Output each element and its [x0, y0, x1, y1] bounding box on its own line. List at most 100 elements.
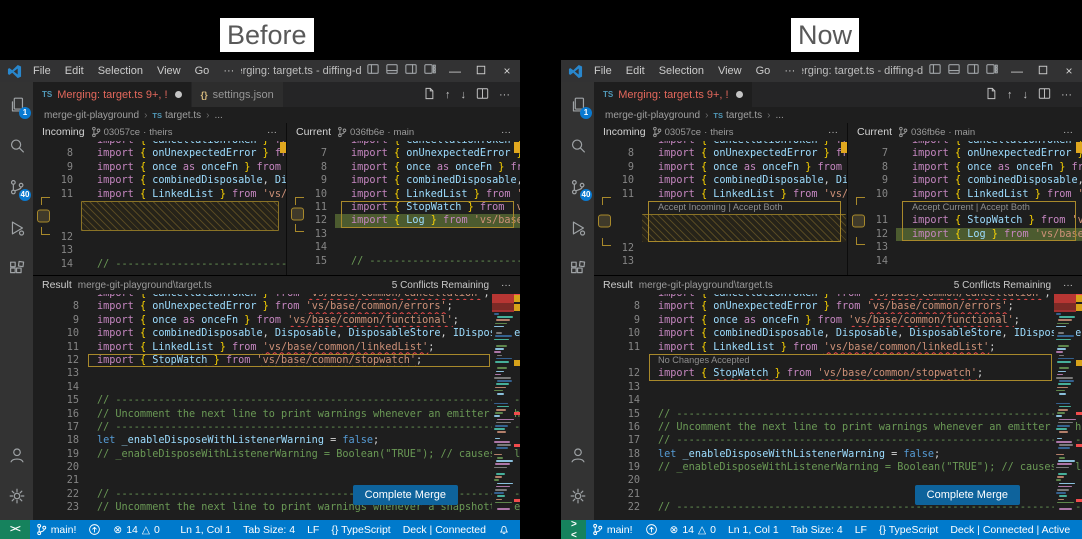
- activity-extensions-button[interactable]: [0, 248, 33, 289]
- conflict-accept-checkbox[interactable]: [598, 197, 613, 246]
- publish-changes-button[interactable]: [639, 523, 664, 536]
- breadcrumb-item[interactable]: ...: [775, 110, 783, 121]
- code-line[interactable]: [594, 214, 847, 241]
- minimize-button[interactable]: —: [1004, 64, 1030, 78]
- code-line[interactable]: 20: [33, 461, 520, 474]
- pane-code-area[interactable]: import { CancellationToken } from 'vs/ba…: [33, 141, 286, 275]
- status-item-ln-1--col-1[interactable]: Ln 1, Col 1: [174, 524, 237, 536]
- code-line[interactable]: 13: [848, 241, 1082, 254]
- code-line[interactable]: 15// -----------------------------------…: [33, 394, 520, 407]
- code-line[interactable]: 10import { combinedDisposable, Disposabl…: [33, 327, 520, 340]
- layout-panel-button[interactable]: [386, 62, 398, 80]
- activity-search-button[interactable]: [561, 125, 594, 166]
- code-line[interactable]: 8import { once as onceFn } from 'vs/base…: [287, 161, 520, 174]
- code-line[interactable]: 11import { LinkedList } from 'vs/base/co…: [594, 341, 1082, 354]
- code-line[interactable]: 12import { StopWatch } from 'vs/base/com…: [33, 354, 520, 367]
- activity-source-control-button[interactable]: 40: [561, 166, 594, 207]
- close-button[interactable]: ×: [494, 64, 520, 78]
- pane-code-area[interactable]: import { CancellationToken } from 'vs/ba…: [594, 141, 847, 275]
- status-item-lf[interactable]: LF: [301, 524, 325, 536]
- remote-indicator[interactable]: ><: [0, 520, 30, 539]
- status-item-ln-1--col-1[interactable]: Ln 1, Col 1: [722, 524, 785, 536]
- code-line[interactable]: 13: [594, 381, 1082, 394]
- code-line[interactable]: 8import { once as onceFn } from 'vs/base…: [848, 161, 1082, 174]
- menu-item-edit[interactable]: Edit: [619, 65, 652, 77]
- breadcrumb-item[interactable]: TStarget.ts: [713, 110, 762, 121]
- code-line[interactable]: 13: [594, 255, 847, 268]
- conflict-accept-checkbox[interactable]: [291, 197, 306, 232]
- code-line[interactable]: 10import { LinkedList } from 'vs/base/co…: [287, 188, 520, 201]
- breadcrumb-item[interactable]: ...: [214, 110, 222, 121]
- layout-sidebar-left-button[interactable]: [929, 62, 941, 80]
- code-line[interactable]: 17// -----------------------------------…: [33, 421, 520, 434]
- menu-item-[interactable]: ···: [777, 65, 802, 77]
- status-item-deck---connected[interactable]: Deck | Connected: [397, 524, 492, 536]
- codelens-action[interactable]: No Changes Accepted: [647, 354, 1082, 367]
- conflict-accept-checkbox[interactable]: [852, 197, 867, 245]
- complete-merge-button[interactable]: Complete Merge: [353, 485, 458, 505]
- code-line[interactable]: 10import { combinedDisposable, Disposabl…: [594, 327, 1082, 340]
- codelens-row[interactable]: No Changes Accepted: [594, 354, 1082, 367]
- code-line[interactable]: 14: [848, 255, 1082, 268]
- activity-account-button[interactable]: [0, 434, 33, 475]
- code-line[interactable]: 19// _enableDisposeWithListenerWarning =…: [594, 461, 1082, 474]
- menu-item-selection[interactable]: Selection: [652, 65, 711, 77]
- branch-status-item[interactable]: main!: [30, 523, 83, 536]
- codelens-action[interactable]: Accept Current | Accept Both: [896, 201, 1082, 214]
- menu-item-go[interactable]: Go: [749, 65, 778, 77]
- activity-settings-button[interactable]: [0, 475, 33, 516]
- code-line[interactable]: 8import { onUnexpectedError } from 'vs/b…: [33, 147, 286, 160]
- menu-item-edit[interactable]: Edit: [58, 65, 91, 77]
- breadcrumb-item[interactable]: TStarget.ts: [152, 110, 201, 121]
- minimap[interactable]: [492, 294, 514, 520]
- code-line[interactable]: 11import { LinkedList } from 'vs/base/co…: [33, 341, 520, 354]
- menu-item-go[interactable]: Go: [188, 65, 217, 77]
- activity-explorer-button[interactable]: 1: [0, 84, 33, 125]
- layout-customize-button[interactable]: [986, 62, 998, 80]
- breadcrumb-item[interactable]: merge-git-playground: [605, 110, 700, 121]
- code-line[interactable]: 9import { once as onceFn } from 'vs/base…: [33, 314, 520, 327]
- code-line[interactable]: 11import { LinkedList } from 'vs/base/co…: [33, 188, 286, 201]
- status-item----typescript[interactable]: {} TypeScript: [325, 524, 396, 536]
- code-line[interactable]: 8import { onUnexpectedError } from 'vs/b…: [33, 300, 520, 313]
- code-line[interactable]: 9import { once as onceFn } from 'vs/base…: [594, 314, 1082, 327]
- menu-item-[interactable]: ···: [216, 65, 241, 77]
- codelens-action[interactable]: Accept Incoming | Accept Both: [642, 201, 847, 214]
- problems-status-item[interactable]: ⊗14△0: [107, 524, 165, 536]
- code-line[interactable]: 14: [594, 394, 1082, 407]
- result-more-actions-button[interactable]: ···: [1063, 280, 1073, 291]
- layout-sidebar-left-button[interactable]: [367, 62, 379, 80]
- next-conflict-button[interactable]: ↓: [1023, 89, 1029, 101]
- result-more-actions-button[interactable]: ···: [501, 280, 511, 291]
- branch-status-item[interactable]: main!: [586, 523, 639, 536]
- pane-more-actions-button[interactable]: ···: [501, 127, 511, 138]
- minimize-button[interactable]: —: [442, 64, 468, 78]
- code-line[interactable]: 13: [33, 367, 520, 380]
- code-line[interactable]: 11import { StopWatch } from 'vs/base/com…: [848, 214, 1082, 227]
- split-editor-button[interactable]: [476, 87, 489, 103]
- activity-settings-button[interactable]: [561, 475, 594, 516]
- problems-status-item[interactable]: ⊗14△0: [664, 524, 722, 536]
- code-line[interactable]: 8import { onUnexpectedError } from 'vs/b…: [594, 300, 1082, 313]
- minimap[interactable]: [1054, 294, 1076, 520]
- code-line[interactable]: 7import { onUnexpectedError } from 'vs/b…: [287, 147, 520, 160]
- code-line[interactable]: 18let _enableDisposeWithListenerWarning …: [594, 448, 1082, 461]
- codelens-row[interactable]: Accept Current | Accept Both: [848, 201, 1082, 214]
- next-conflict-button[interactable]: ↓: [461, 89, 467, 101]
- menu-item-view[interactable]: View: [711, 65, 749, 77]
- code-line[interactable]: 10import { LinkedList } from 'vs/base/co…: [848, 188, 1082, 201]
- layout-panel-button[interactable]: [948, 62, 960, 80]
- code-line[interactable]: 16// Uncomment the next line to print wa…: [594, 421, 1082, 434]
- code-line[interactable]: 11import { StopWatch } from 'vs/base/com…: [287, 201, 520, 214]
- open-file-button[interactable]: [423, 87, 435, 103]
- status-item-tab-size--4[interactable]: Tab Size: 4: [785, 524, 849, 536]
- status-item-deck---connected---active[interactable]: Deck | Connected | Active: [944, 524, 1076, 536]
- conflict-empty-region[interactable]: [81, 201, 279, 231]
- code-line[interactable]: 12: [594, 242, 847, 255]
- code-line[interactable]: 12: [33, 231, 286, 244]
- more-actions-button[interactable]: ···: [499, 89, 510, 101]
- activity-run-debug-button[interactable]: [561, 207, 594, 248]
- pane-more-actions-button[interactable]: ···: [1063, 127, 1073, 138]
- code-line[interactable]: 14: [287, 241, 520, 254]
- code-line[interactable]: 12import { Log } from 'vs/base/common/lo…: [287, 214, 520, 227]
